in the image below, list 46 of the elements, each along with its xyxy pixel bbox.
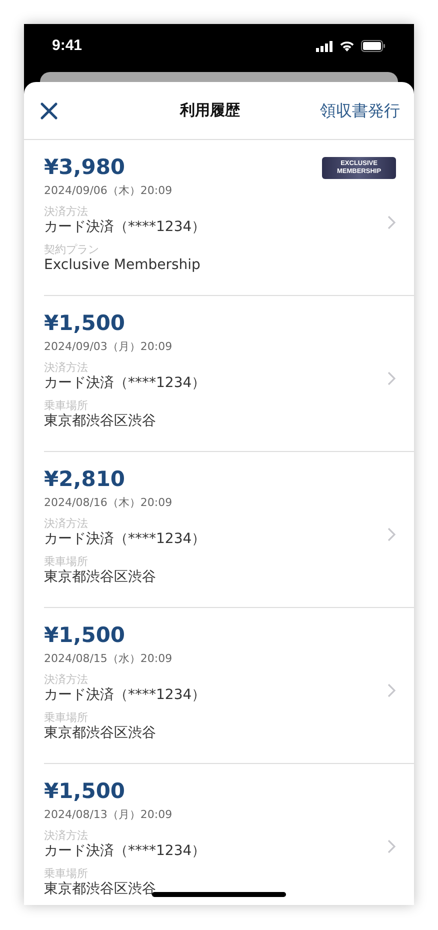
field-value: カード決済（****1234） [44, 218, 206, 236]
field-value: Exclusive Membership [44, 256, 200, 274]
field-label: 決済方法 [44, 673, 88, 686]
field-label: 決済方法 [44, 517, 88, 530]
chevron-right-icon [387, 371, 396, 386]
field-value: カード決済（****1234） [44, 686, 206, 704]
field-label: 乗車場所 [44, 555, 88, 568]
amount: ¥1,500 [44, 310, 126, 336]
amount: ¥2,810 [44, 466, 126, 492]
date-time: 2024/08/16（木）20:09 [44, 496, 172, 510]
chevron-right-icon [387, 215, 396, 230]
date-time: 2024/09/06（木）20:09 [44, 184, 172, 198]
field-label: 乗車場所 [44, 711, 88, 724]
chevron-right-icon [387, 839, 396, 854]
amount: ¥1,500 [44, 622, 126, 648]
chevron-right-icon [387, 683, 396, 698]
chevron-right-icon [387, 527, 396, 542]
field-label: 乗車場所 [44, 867, 88, 880]
receipt-link[interactable]: 領収書発行 [320, 98, 400, 122]
history-item[interactable]: ¥2,810 2024/08/16（木）20:09 決済方法 カード決済（****1234） 乗車場所 東京都渋谷区渋谷 [44, 452, 414, 608]
date-time: 2024/09/03（月）20:09 [44, 340, 172, 354]
field-value: カード決済（****1234） [44, 374, 206, 392]
field-value: 東京都渋谷区渋谷 [44, 568, 156, 586]
battery-icon [361, 40, 386, 52]
field-value: カード決済（****1234） [44, 842, 206, 860]
field-label: 乗車場所 [44, 399, 88, 412]
status-time: 9:41 [52, 36, 82, 56]
date-time: 2024/08/13（月）20:09 [44, 808, 172, 822]
field-label: 決済方法 [44, 361, 88, 374]
screen-title: 利用履歴 [180, 100, 240, 122]
wifi-icon [339, 40, 355, 52]
field-value: カード決済（****1234） [44, 530, 206, 548]
history-item[interactable]: ¥1,500 2024/08/15（水）20:09 決済方法 カード決済（****1234） 乗車場所 東京都渋谷区渋谷 [44, 608, 414, 764]
amount: ¥3,980 [44, 154, 126, 180]
field-value: 東京都渋谷区渋谷 [44, 724, 156, 742]
field-label: 決済方法 [44, 829, 88, 842]
signal-icon [316, 40, 333, 52]
close-button[interactable] [38, 100, 60, 122]
field-label: 決済方法 [44, 205, 88, 218]
field-label: 契約プラン [44, 243, 99, 256]
history-item[interactable]: ¥1,500 2024/09/03（月）20:09 決済方法 カード決済（****1234） 乗車場所 東京都渋谷区渋谷 [44, 296, 414, 452]
field-value: 東京都渋谷区渋谷 [44, 880, 156, 898]
amount: ¥1,500 [44, 778, 126, 804]
close-icon [40, 102, 58, 120]
field-value: 東京都渋谷区渋谷 [44, 412, 156, 430]
date-time: 2024/08/15（水）20:09 [44, 652, 172, 666]
